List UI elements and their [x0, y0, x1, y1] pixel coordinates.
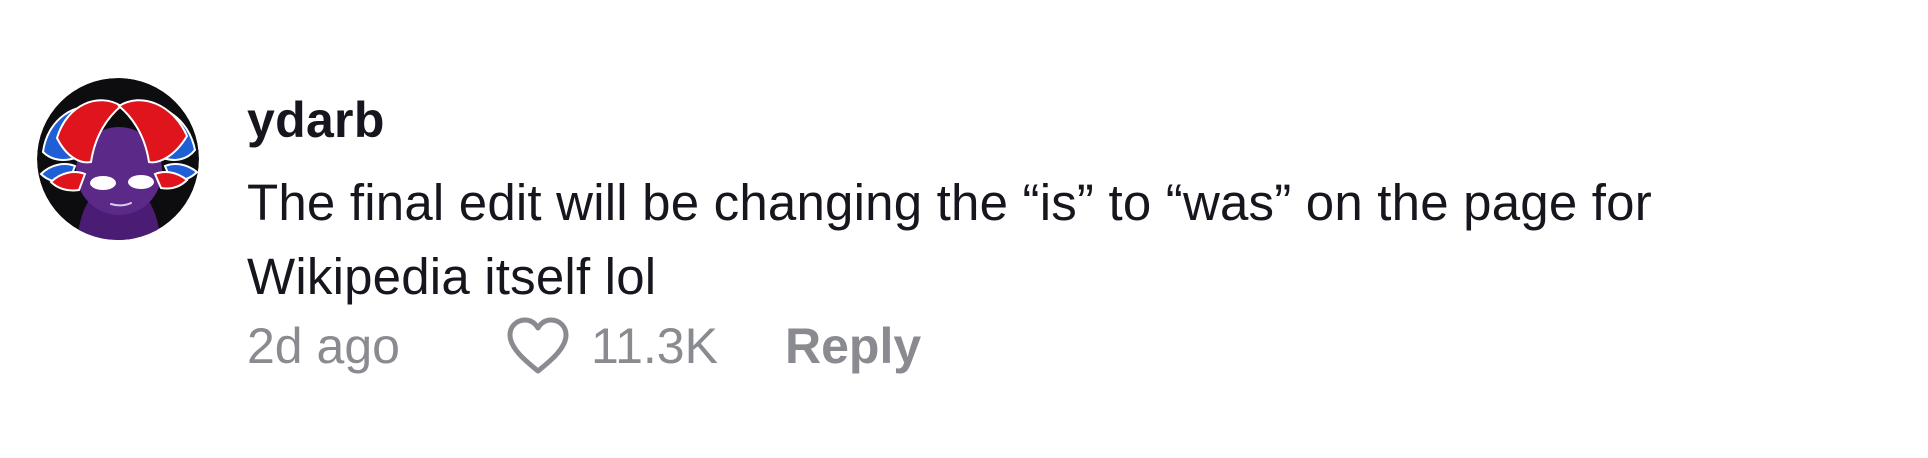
timestamp: 2d ago	[247, 318, 400, 374]
heart-outline-icon[interactable]	[505, 316, 571, 376]
comment-text-line: Wikipedia itself lol	[247, 248, 657, 305]
comment-item: ydarb The final edit will be changing th…	[0, 0, 1928, 458]
comment-text: The final edit will be changing the “is”…	[247, 166, 1917, 314]
reply-button[interactable]: Reply	[785, 316, 921, 376]
cartoon-character-avatar-icon	[37, 78, 199, 240]
comment-body: ydarb The final edit will be changing th…	[247, 92, 1917, 374]
username[interactable]: ydarb	[247, 92, 1917, 148]
comment-text-line: The final edit will be changing the “is”…	[247, 174, 1652, 231]
comment-actions: 2d ago 11.3K Reply	[247, 316, 1147, 376]
like-count: 11.3K	[591, 318, 718, 374]
avatar[interactable]	[37, 78, 199, 240]
like-button[interactable]: 11.3K	[505, 316, 718, 376]
